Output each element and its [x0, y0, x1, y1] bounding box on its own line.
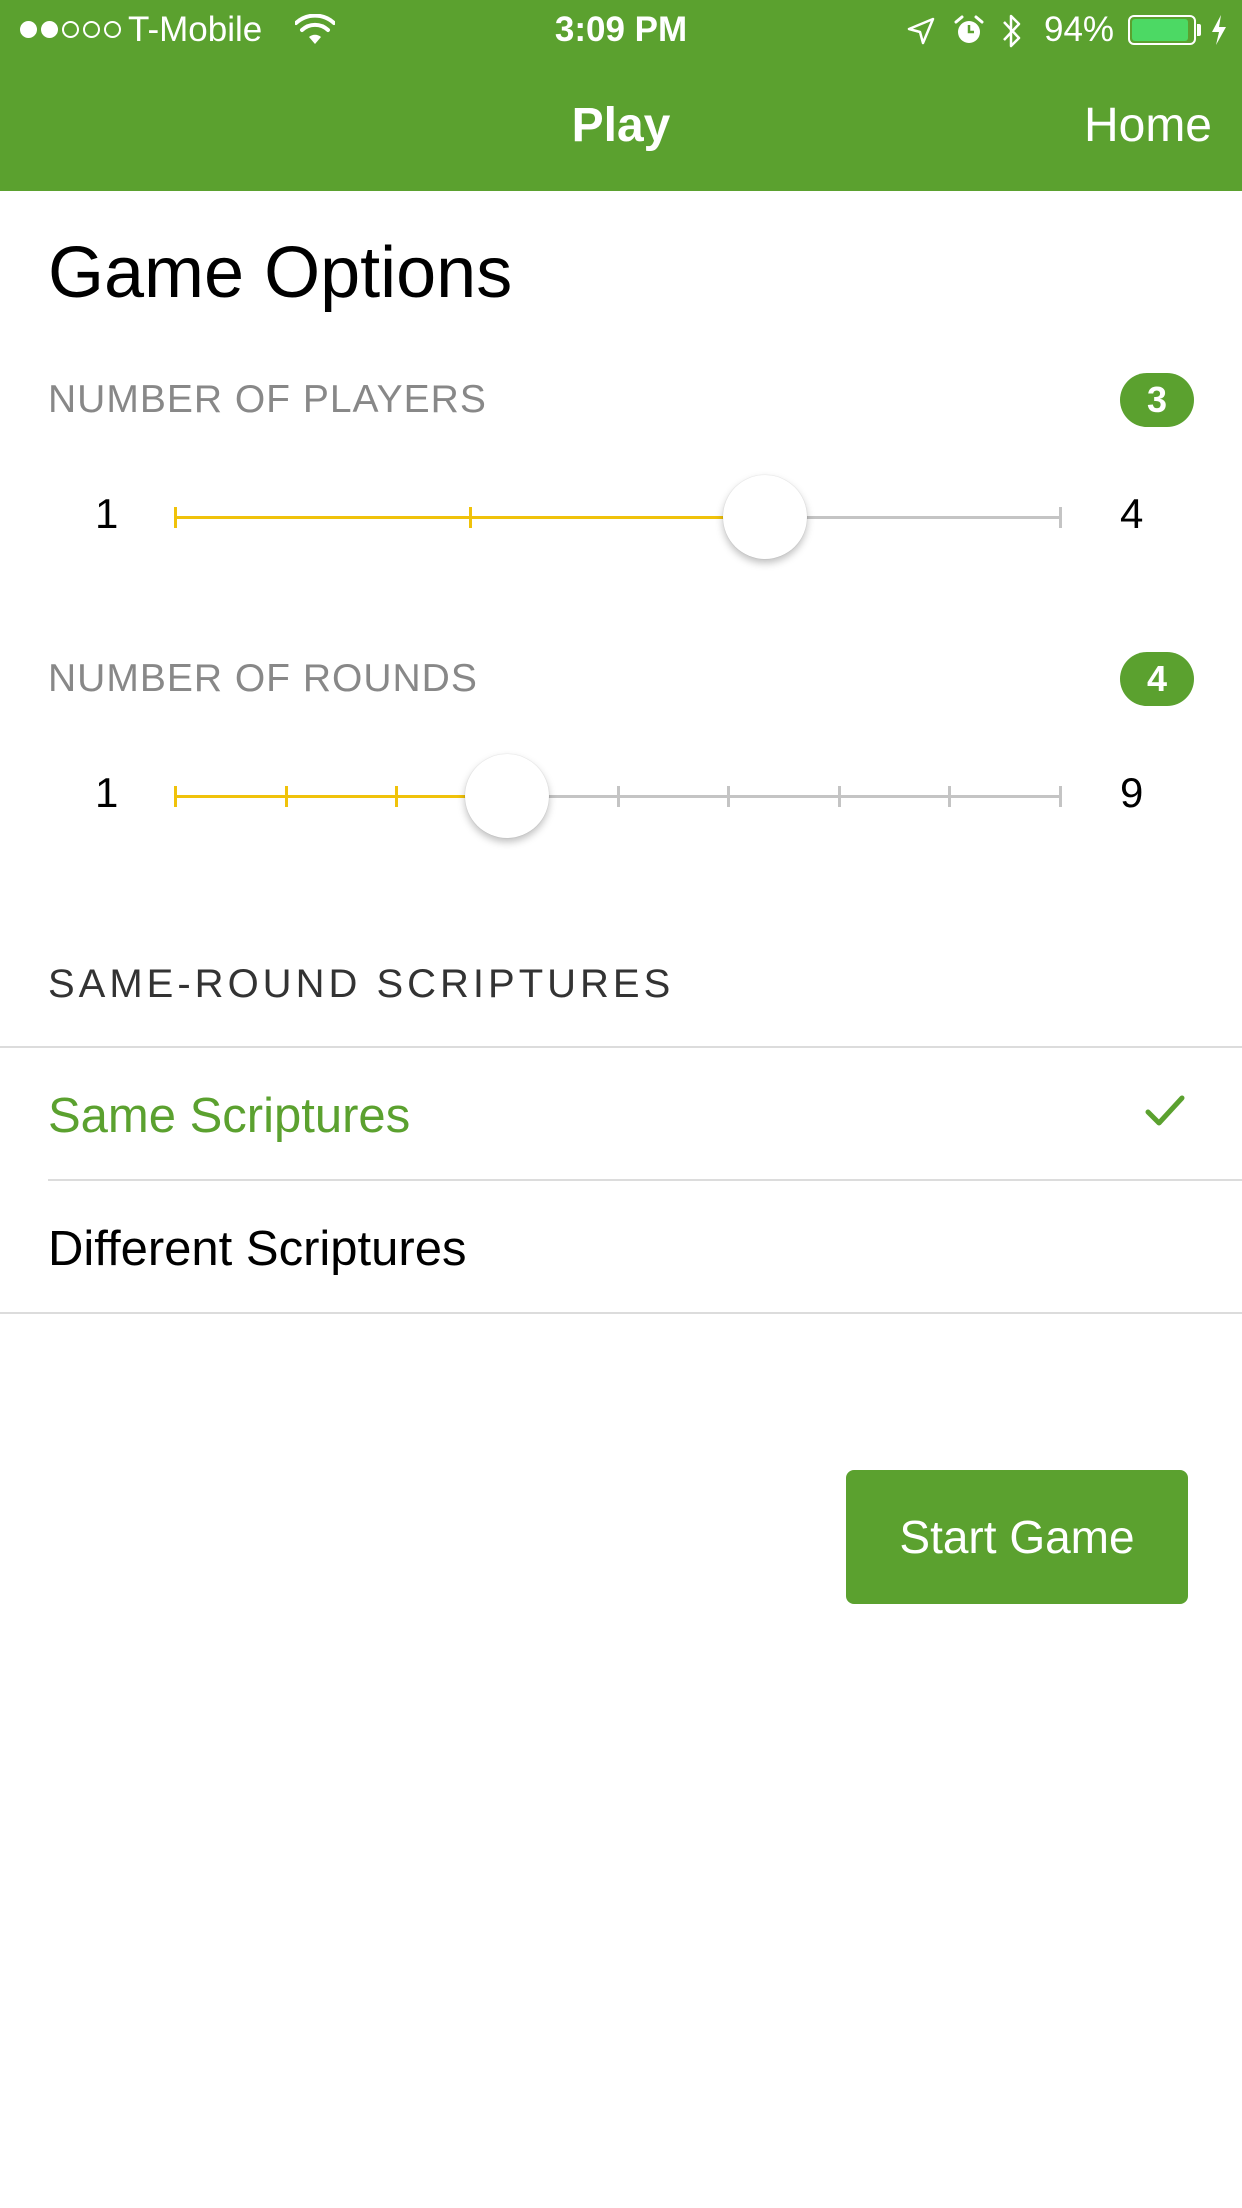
slider-tick [948, 786, 952, 807]
slider-tick [174, 786, 177, 807]
players-slider[interactable] [174, 475, 1062, 559]
rounds-slider[interactable] [174, 754, 1062, 838]
slider-tick [1059, 507, 1062, 528]
header: T-Mobile 3:09 PM 94% Play Home [0, 0, 1242, 191]
slider-tick [616, 786, 620, 807]
location-arrow-icon [907, 17, 935, 45]
nav-title: Play [571, 99, 671, 152]
players-count-badge: 3 [1120, 373, 1194, 427]
game-options-screen: T-Mobile 3:09 PM 94% Play Home Game Opti… [0, 0, 1242, 2208]
slider-fill [175, 795, 507, 798]
option-label: Different Scriptures [48, 1222, 467, 1276]
slider-tick [837, 786, 841, 807]
slider-tick [395, 786, 399, 807]
rounds-count-badge: 4 [1120, 652, 1194, 706]
slider-tick [727, 786, 731, 807]
alarm-icon [954, 15, 984, 43]
slider-tick [1059, 786, 1062, 807]
rounds-slider-min: 1 [95, 769, 119, 816]
battery-icon [1128, 15, 1196, 45]
players-slider-min: 1 [95, 490, 119, 537]
bluetooth-icon [1003, 14, 1021, 48]
option-different-scriptures[interactable]: Different Scriptures [0, 1181, 1242, 1313]
status-bar: T-Mobile 3:09 PM 94% [0, 0, 1242, 60]
battery-percentage: 94% [1044, 10, 1115, 49]
slider-tick [174, 507, 177, 528]
rounds-slider-max: 9 [1120, 769, 1144, 816]
charging-bolt-icon [1212, 15, 1226, 45]
checkmark-icon [1145, 1095, 1185, 1126]
option-label: Same Scriptures [48, 1089, 411, 1143]
option-same-scriptures[interactable]: Same Scriptures [0, 1048, 1242, 1180]
slider-tick [469, 507, 472, 528]
rounds-slider-thumb[interactable] [464, 754, 549, 838]
slider-tick [284, 786, 288, 807]
players-label: NUMBER OF PLAYERS [48, 378, 487, 421]
home-button[interactable]: Home [1084, 98, 1212, 153]
rounds-label: NUMBER OF ROUNDS [48, 657, 478, 700]
scriptures-group-label: SAME-ROUND SCRIPTURES [48, 962, 675, 1006]
page-title: Game Options [48, 233, 513, 313]
divider [0, 1312, 1242, 1314]
start-game-button[interactable]: Start Game [846, 1470, 1188, 1604]
players-slider-thumb[interactable] [723, 475, 807, 559]
players-slider-max: 4 [1120, 490, 1144, 537]
